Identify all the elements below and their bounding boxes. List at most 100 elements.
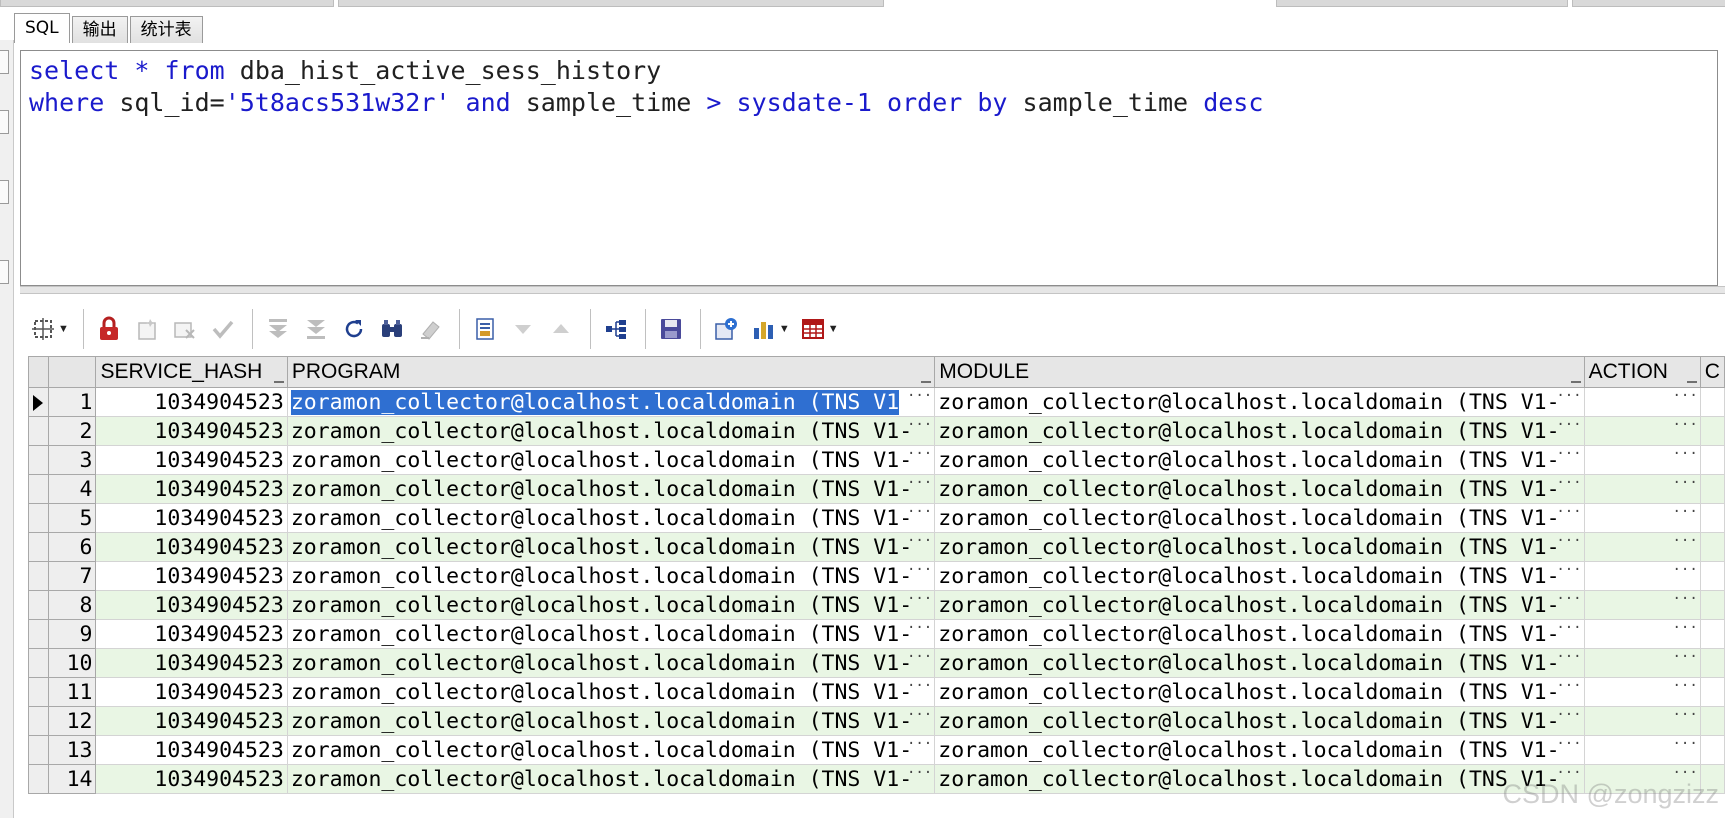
- cell-module[interactable]: zoramon_collector@localhost.localdomain …: [934, 648, 1585, 678]
- cell-program[interactable]: zoramon_collector@localhost.localdomain …: [286, 735, 936, 765]
- cell-expand-button[interactable]: ···: [1672, 505, 1697, 521]
- cell-program[interactable]: zoramon_collector@localhost.localdomain …: [286, 387, 936, 417]
- cell-action[interactable]: ···: [1583, 677, 1701, 707]
- table-row[interactable]: 10 1034904523 zoramon_collector@localhost.…: [28, 648, 1725, 678]
- cell-program[interactable]: zoramon_collector@localhost.localdomain …: [286, 648, 936, 678]
- cell-service-hash[interactable]: 1034904523: [95, 648, 288, 678]
- chevron-down-icon[interactable]: ▼: [779, 323, 790, 335]
- cell-expand-button[interactable]: ···: [1556, 476, 1581, 492]
- export-icon[interactable]: [468, 312, 502, 346]
- cell-service-hash[interactable]: 1034904523: [95, 445, 288, 475]
- tab-statistics[interactable]: 统计表: [129, 16, 203, 43]
- insert-record-icon[interactable]: [130, 312, 164, 346]
- cell-action[interactable]: ···: [1583, 561, 1701, 591]
- save-icon[interactable]: [654, 312, 688, 346]
- filter-up-icon[interactable]: [544, 312, 578, 346]
- cell-next[interactable]: [1699, 474, 1725, 504]
- cell-module[interactable]: zoramon_collector@localhost.localdomain …: [934, 561, 1585, 591]
- chart-icon[interactable]: [747, 312, 781, 346]
- chevron-down-icon[interactable]: ▼: [58, 323, 69, 335]
- cell-service-hash[interactable]: 1034904523: [95, 619, 288, 649]
- cell-action[interactable]: ···: [1583, 619, 1701, 649]
- row-number[interactable]: 6: [47, 532, 97, 562]
- cell-next[interactable]: [1699, 445, 1725, 475]
- cell-next[interactable]: [1699, 532, 1725, 562]
- last-record-icon[interactable]: [299, 312, 333, 346]
- grid-view-icon[interactable]: [796, 312, 830, 346]
- find-icon[interactable]: [375, 312, 409, 346]
- cell-module[interactable]: zoramon_collector@localhost.localdomain …: [934, 677, 1585, 707]
- cell-action[interactable]: ···: [1583, 387, 1701, 417]
- cell-expand-button[interactable]: ···: [1556, 621, 1581, 637]
- row-indicator[interactable]: [28, 445, 49, 475]
- cell-program[interactable]: zoramon_collector@localhost.localdomain …: [286, 590, 936, 620]
- cell-expand-button[interactable]: ···: [907, 592, 932, 608]
- row-indicator[interactable]: [28, 677, 49, 707]
- cell-program[interactable]: zoramon_collector@localhost.localdomain …: [286, 445, 936, 475]
- cell-service-hash[interactable]: 1034904523: [95, 561, 288, 591]
- row-number[interactable]: 8: [47, 590, 97, 620]
- row-indicator[interactable]: [28, 416, 49, 446]
- cell-action[interactable]: ···: [1583, 532, 1701, 562]
- table-row[interactable]: 7 1034904523 zoramon_collector@localhost.l…: [28, 561, 1725, 591]
- filter-down-icon[interactable]: [506, 312, 540, 346]
- row-number[interactable]: 11: [47, 677, 97, 707]
- cell-expand-button[interactable]: ···: [907, 389, 932, 405]
- cell-action[interactable]: ···: [1583, 735, 1701, 765]
- cell-expand-button[interactable]: ···: [1556, 534, 1581, 550]
- cell-expand-button[interactable]: ···: [1556, 650, 1581, 666]
- cell-expand-button[interactable]: ···: [907, 679, 932, 695]
- row-number[interactable]: 10: [47, 648, 97, 678]
- cell-action[interactable]: ···: [1583, 503, 1701, 533]
- cell-expand-button[interactable]: ···: [907, 737, 932, 753]
- cell-service-hash[interactable]: 1034904523: [95, 706, 288, 736]
- table-row[interactable]: 4 1034904523 zoramon_collector@localhost.l…: [28, 474, 1725, 504]
- column-header-action[interactable]: ACTION: [1583, 357, 1701, 388]
- cell-expand-button[interactable]: ···: [1672, 534, 1697, 550]
- cell-expand-button[interactable]: ···: [1672, 621, 1697, 637]
- row-number[interactable]: 3: [47, 445, 97, 475]
- cell-expand-button[interactable]: ···: [1672, 592, 1697, 608]
- tree-view-icon[interactable]: [599, 312, 633, 346]
- table-row[interactable]: 14 1034904523 zoramon_collector@localhost.…: [28, 764, 1725, 794]
- query-builder-icon[interactable]: [26, 312, 60, 346]
- cell-module[interactable]: zoramon_collector@localhost.localdomain …: [934, 387, 1585, 417]
- table-row[interactable]: 13 1034904523 zoramon_collector@localhost.…: [28, 735, 1725, 765]
- cell-expand-button[interactable]: ···: [1672, 418, 1697, 434]
- clear-icon[interactable]: [413, 312, 447, 346]
- chevron-down-icon[interactable]: ▼: [828, 323, 839, 335]
- cell-next[interactable]: [1699, 503, 1725, 533]
- cell-expand-button[interactable]: ···: [907, 708, 932, 724]
- refresh-icon[interactable]: [337, 312, 371, 346]
- row-indicator[interactable]: [28, 764, 49, 794]
- corner-header[interactable]: [28, 357, 49, 388]
- row-indicator[interactable]: [28, 735, 49, 765]
- cell-action[interactable]: ···: [1583, 706, 1701, 736]
- row-number[interactable]: 1: [47, 387, 97, 417]
- cell-service-hash[interactable]: 1034904523: [95, 387, 288, 417]
- column-header-next[interactable]: C: [1699, 357, 1725, 388]
- cell-expand-button[interactable]: ···: [907, 447, 932, 463]
- cell-expand-button[interactable]: ···: [1672, 737, 1697, 753]
- cell-expand-button[interactable]: ···: [1556, 447, 1581, 463]
- cell-expand-button[interactable]: ···: [1556, 418, 1581, 434]
- cell-expand-button[interactable]: ···: [1672, 389, 1697, 405]
- row-indicator[interactable]: [28, 532, 49, 562]
- cell-expand-button[interactable]: ···: [907, 650, 932, 666]
- cell-expand-button[interactable]: ···: [1556, 389, 1581, 405]
- cell-expand-button[interactable]: ···: [1556, 737, 1581, 753]
- cell-action[interactable]: ···: [1583, 590, 1701, 620]
- cell-expand-button[interactable]: ···: [907, 534, 932, 550]
- cell-program[interactable]: zoramon_collector@localhost.localdomain …: [286, 619, 936, 649]
- cell-service-hash[interactable]: 1034904523: [95, 416, 288, 446]
- cell-program[interactable]: zoramon_collector@localhost.localdomain …: [286, 677, 936, 707]
- cell-program[interactable]: zoramon_collector@localhost.localdomain …: [286, 764, 936, 794]
- cell-module[interactable]: zoramon_collector@localhost.localdomain …: [934, 445, 1585, 475]
- row-indicator[interactable]: [28, 706, 49, 736]
- cell-service-hash[interactable]: 1034904523: [95, 532, 288, 562]
- cell-service-hash[interactable]: 1034904523: [95, 474, 288, 504]
- cell-expand-button[interactable]: ···: [907, 418, 932, 434]
- row-number[interactable]: 2: [47, 416, 97, 446]
- cell-module[interactable]: zoramon_collector@localhost.localdomain …: [934, 474, 1585, 504]
- cell-module[interactable]: zoramon_collector@localhost.localdomain …: [934, 619, 1585, 649]
